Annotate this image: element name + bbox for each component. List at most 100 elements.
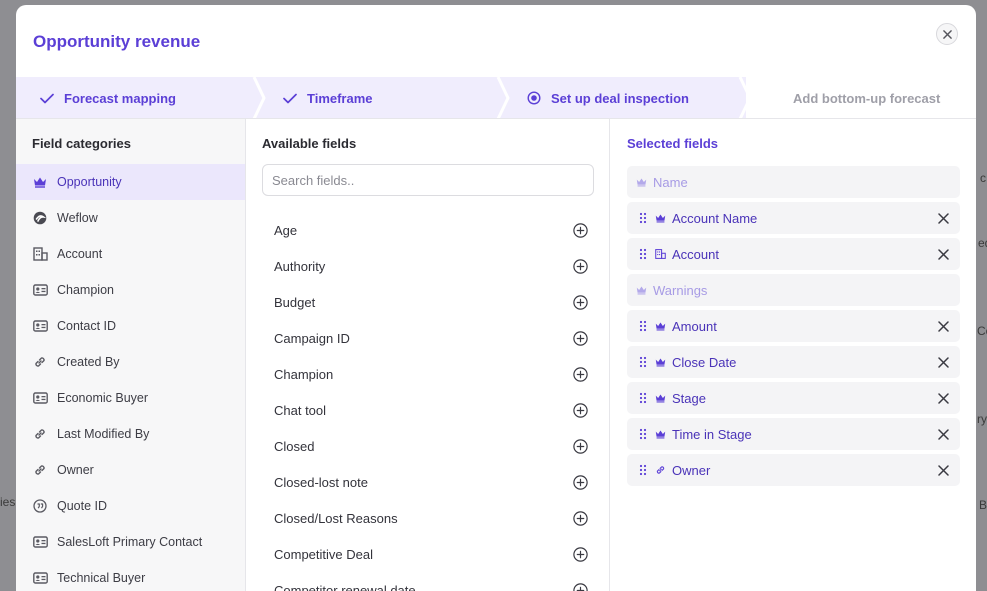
field-label: Campaign ID (274, 330, 350, 346)
category-item-economic-buyer[interactable]: Economic Buyer (16, 380, 245, 416)
add-circle-icon[interactable] (572, 258, 588, 274)
drag-handle-icon[interactable] (636, 248, 650, 260)
available-field-item[interactable]: Closed (262, 428, 594, 464)
add-circle-icon[interactable] (572, 582, 588, 591)
drag-handle-icon[interactable] (636, 212, 650, 224)
selected-field-label: Owner (672, 462, 711, 478)
selected-field-item[interactable]: Stage (627, 382, 960, 414)
weflow-logo-icon (32, 210, 48, 226)
available-field-item[interactable]: Competitor renewal date (262, 572, 594, 591)
available-field-item[interactable]: Champion (262, 356, 594, 392)
drag-handle-icon[interactable] (636, 356, 650, 368)
available-field-item[interactable]: Authority (262, 248, 594, 284)
add-circle-icon[interactable] (572, 546, 588, 562)
selected-fields-title: Selected fields (627, 136, 719, 151)
available-field-item[interactable]: Budget (262, 284, 594, 320)
category-label: Technical Buyer (57, 571, 146, 585)
drag-handle-icon[interactable] (636, 320, 650, 332)
close-icon (942, 29, 952, 39)
field-label: Authority (274, 258, 326, 274)
category-item-created-by[interactable]: Created By (16, 344, 245, 380)
category-item-technical-buyer[interactable]: Technical Buyer (16, 560, 245, 591)
remove-icon[interactable] (936, 463, 950, 477)
drag-handle-icon[interactable] (636, 464, 650, 476)
step-timeframe[interactable]: Timeframe (283, 77, 373, 119)
category-label: Weflow (57, 211, 98, 225)
remove-icon[interactable] (936, 319, 950, 333)
modal-title: Opportunity revenue (33, 32, 201, 51)
selected-group-header: Warnings (627, 274, 960, 306)
available-fields-title: Available fields (262, 136, 357, 151)
category-item-weflow[interactable]: Weflow (16, 200, 245, 236)
category-item-account[interactable]: Account (16, 236, 245, 272)
crown-icon (654, 212, 666, 224)
category-label: Opportunity (57, 175, 122, 189)
category-item-salesloft-primary-contact[interactable]: SalesLoft Primary Contact (16, 524, 245, 560)
search-input[interactable] (262, 164, 594, 196)
category-item-champion[interactable]: Champion (16, 272, 245, 308)
selected-field-item[interactable]: Account (627, 238, 960, 270)
link-icon (32, 426, 48, 442)
crown-icon (635, 284, 647, 296)
category-item-last-modified-by[interactable]: Last Modified By (16, 416, 245, 452)
selected-field-item[interactable]: Owner (627, 454, 960, 486)
drag-handle-icon[interactable] (636, 428, 650, 440)
add-circle-icon[interactable] (572, 474, 588, 490)
category-label: Owner (57, 463, 94, 477)
category-item-contact-id[interactable]: Contact ID (16, 308, 245, 344)
crown-icon (654, 392, 666, 404)
remove-icon[interactable] (936, 391, 950, 405)
add-circle-icon[interactable] (572, 330, 588, 346)
link-icon (32, 354, 48, 370)
step-bottom-up-forecast[interactable]: Add bottom-up forecast (793, 77, 940, 119)
field-categories-panel: Field categories Opportunity Weflow Accoun… (16, 119, 246, 591)
crown-icon (32, 174, 48, 190)
crown-icon (635, 176, 647, 188)
field-label: Budget (274, 294, 316, 310)
selected-field-item[interactable]: Time in Stage (627, 418, 960, 450)
add-circle-icon[interactable] (572, 510, 588, 526)
building-icon (654, 247, 666, 261)
add-circle-icon[interactable] (572, 294, 588, 310)
selected-field-item[interactable]: Amount (627, 310, 960, 342)
available-field-item[interactable]: Age (262, 212, 594, 248)
selected-field-item[interactable]: Close Date (627, 346, 960, 378)
available-fields-panel: Available fields Age Authority Budget Campa… (246, 119, 610, 591)
remove-icon[interactable] (936, 247, 950, 261)
selected-field-item[interactable]: Account Name (627, 202, 960, 234)
background-text: ry, (977, 412, 987, 426)
category-item-owner[interactable]: Owner (16, 452, 245, 488)
selected-field-label: Name (653, 174, 688, 190)
field-label: Closed (274, 438, 315, 454)
id-card-icon (32, 318, 48, 334)
selected-field-label: Stage (672, 390, 706, 406)
drag-handle-icon[interactable] (636, 392, 650, 404)
background-text: B (979, 498, 987, 512)
category-label: Economic Buyer (57, 391, 149, 405)
available-field-item[interactable]: Campaign ID (262, 320, 594, 356)
category-list: Opportunity Weflow Account Champion Contact … (16, 164, 245, 591)
category-item-quote-id[interactable]: Quote ID (16, 488, 245, 524)
field-label: Age (274, 222, 298, 238)
crown-icon (654, 320, 666, 332)
remove-icon[interactable] (936, 211, 950, 225)
step-deal-inspection[interactable]: Set up deal inspection (527, 77, 689, 119)
remove-icon[interactable] (936, 427, 950, 441)
id-card-icon (32, 570, 48, 586)
remove-icon[interactable] (936, 355, 950, 369)
add-circle-icon[interactable] (572, 222, 588, 238)
add-circle-icon[interactable] (572, 438, 588, 454)
category-item-opportunity[interactable]: Opportunity (16, 164, 245, 200)
step-forecast-mapping[interactable]: Forecast mapping (40, 77, 176, 119)
selected-field-label: Time in Stage (672, 426, 752, 442)
radio-dot-icon (527, 91, 541, 105)
add-circle-icon[interactable] (572, 402, 588, 418)
available-field-item[interactable]: Competitive Deal (262, 536, 594, 572)
background-text: c (980, 171, 986, 185)
available-field-item[interactable]: Closed/Lost Reasons (262, 500, 594, 536)
available-field-item[interactable]: Chat tool (262, 392, 594, 428)
add-circle-icon[interactable] (572, 366, 588, 382)
modal-header: Opportunity revenue (16, 5, 976, 77)
close-button[interactable] (936, 23, 958, 45)
available-field-item[interactable]: Closed-lost note (262, 464, 594, 500)
